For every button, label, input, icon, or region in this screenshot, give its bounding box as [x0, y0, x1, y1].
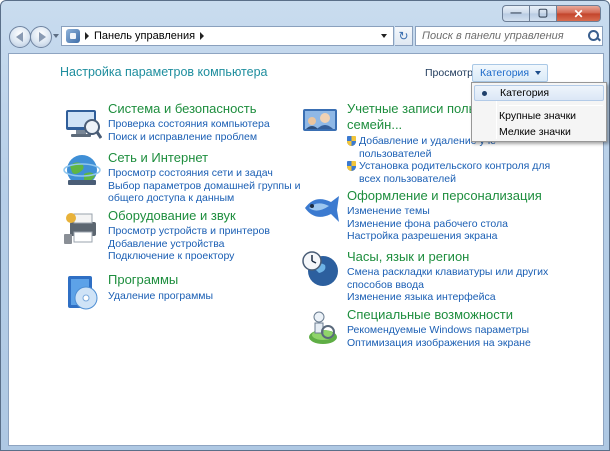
back-arrow-icon	[15, 32, 23, 42]
breadcrumb-control-panel[interactable]: Панель управления	[94, 30, 195, 42]
view-by-dropdown[interactable]: Категория	[472, 64, 549, 82]
address-dropdown-icon[interactable]	[381, 34, 387, 38]
ease-of-access-icon[interactable]	[301, 307, 341, 347]
appearance-fish-icon[interactable]	[301, 188, 341, 228]
user-accounts-icon[interactable]	[301, 101, 341, 141]
category-title-cont[interactable]: семейн...	[347, 117, 402, 133]
adjust-screen-resolution-link[interactable]: Настройка разрешения экрана	[347, 230, 508, 243]
category-title[interactable]: Специальные возможности	[347, 307, 513, 323]
change-display-language-link[interactable]: Изменение языка интерфейса	[347, 291, 548, 304]
system-security-icon[interactable]	[62, 101, 102, 141]
troubleshoot-link[interactable]: Поиск и исправление проблем	[108, 131, 270, 144]
programs-disc-icon[interactable]	[62, 272, 102, 312]
category-title[interactable]: Часы, язык и регион	[347, 249, 469, 265]
back-button[interactable]	[9, 26, 31, 48]
forward-arrow-icon	[38, 32, 46, 42]
category-title[interactable]: Оформление и персонализация	[347, 188, 542, 204]
uac-shield-icon	[347, 136, 356, 146]
radio-dot-icon	[482, 91, 487, 96]
breadcrumb-separator-icon[interactable]	[85, 32, 89, 40]
menu-item-large-icons[interactable]: Крупные значки	[474, 108, 604, 124]
clock-globe-icon[interactable]	[301, 249, 341, 289]
change-theme-link[interactable]: Изменение темы	[347, 205, 508, 218]
search-input[interactable]: Поиск в панели управления	[416, 30, 584, 42]
maximize-button[interactable]: ▢	[529, 5, 556, 22]
recent-pages-dropdown[interactable]	[53, 34, 59, 38]
refresh-button[interactable]: ↻	[395, 26, 413, 46]
uac-shield-icon	[347, 161, 356, 171]
forward-button[interactable]	[30, 26, 52, 48]
category-title[interactable]: Система и безопасность	[108, 101, 257, 117]
close-icon: ✕	[573, 6, 584, 21]
control-panel-icon	[66, 29, 80, 43]
close-button[interactable]: ✕	[556, 5, 601, 22]
caption-buttons: — ▢ ✕	[502, 5, 601, 22]
view-network-status-link[interactable]: Просмотр состояния сети и задач	[108, 167, 300, 180]
add-remove-users-link-cont[interactable]: пользователей	[347, 148, 550, 161]
category-title[interactable]: Сеть и Интернет	[108, 150, 208, 166]
maximize-icon: ▢	[537, 7, 549, 19]
refresh-icon: ↻	[398, 29, 409, 43]
recommended-settings-link[interactable]: Рекомендуемые Windows параметры	[347, 324, 531, 337]
breadcrumb-separator-icon[interactable]	[200, 32, 205, 40]
hardware-printer-icon[interactable]	[62, 208, 102, 248]
connect-projector-link[interactable]: Подключение к проектору	[108, 250, 270, 263]
menu-separator	[499, 105, 603, 106]
address-bar[interactable]: Панель управления	[61, 26, 394, 46]
check-computer-status-link[interactable]: Проверка состояния компьютера	[108, 118, 270, 131]
homegroup-sharing-link[interactable]: Выбор параметров домашней группы и	[108, 180, 300, 193]
add-device-link[interactable]: Добавление устройства	[108, 238, 270, 251]
parental-controls-link-cont[interactable]: всех пользователей	[347, 173, 550, 186]
page-title: Настройка параметров компьютера	[60, 65, 268, 79]
network-globe-icon[interactable]	[62, 150, 102, 190]
change-keyboard-link[interactable]: Смена раскладки клавиатуры или других	[347, 266, 548, 279]
devices-printers-link[interactable]: Просмотр устройств и принтеров	[108, 225, 270, 238]
change-desktop-background-link[interactable]: Изменение фона рабочего стола	[347, 218, 508, 231]
minimize-icon: —	[510, 7, 522, 19]
menu-item-category[interactable]: Категория	[474, 85, 604, 101]
parental-controls-link[interactable]: Установка родительского контроля для	[347, 160, 550, 173]
search-icon[interactable]	[584, 27, 602, 45]
change-keyboard-link-cont[interactable]: способов ввода	[347, 279, 548, 292]
optimize-display-link[interactable]: Оптимизация изображения на экране	[347, 337, 531, 350]
homegroup-sharing-link-cont[interactable]: общего доступа к данным	[108, 192, 300, 205]
uninstall-program-link[interactable]: Удаление программы	[108, 290, 213, 303]
menu-item-small-icons[interactable]: Мелкие значки	[474, 124, 604, 140]
search-box[interactable]: Поиск в панели управления	[415, 26, 603, 46]
category-title[interactable]: Программы	[108, 272, 178, 288]
view-by-label: Просмотр:	[425, 67, 476, 79]
minimize-button[interactable]: —	[502, 5, 529, 22]
view-by-menu: Категория Крупные значки Мелкие значки	[471, 82, 607, 142]
category-title[interactable]: Оборудование и звук	[108, 208, 236, 224]
